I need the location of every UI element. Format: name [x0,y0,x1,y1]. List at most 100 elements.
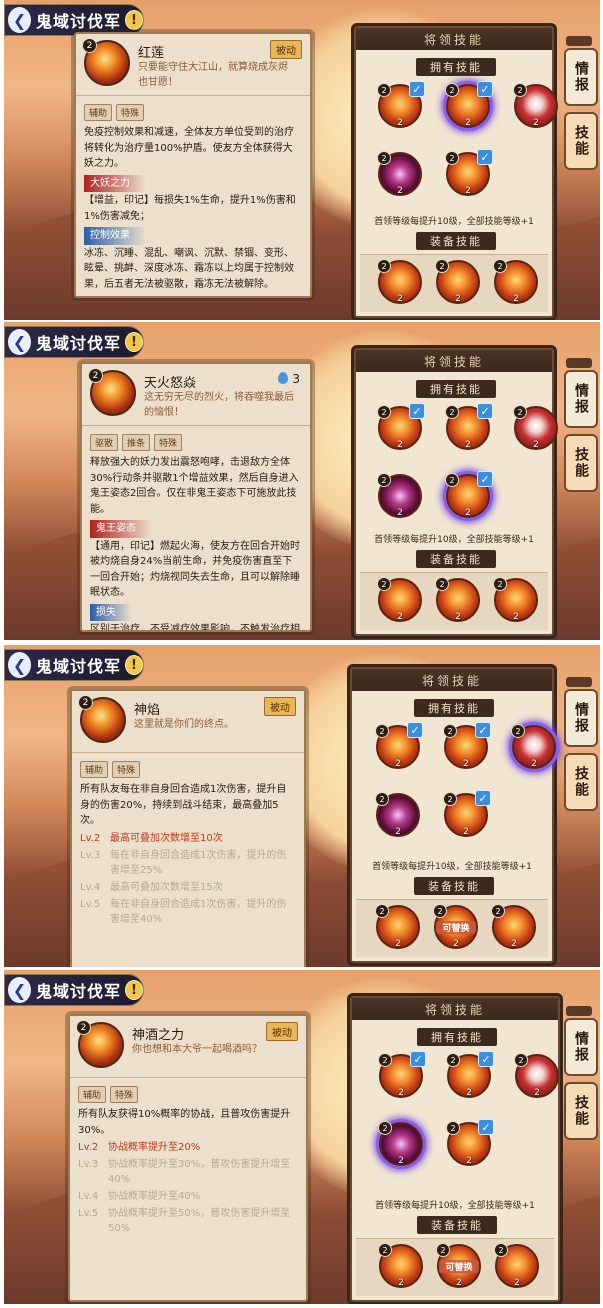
owned-skill-orb[interactable]: 2 2 [375,792,420,837]
skill-header: 2 神酒之力 你也想和本大爷一起喝酒吗？ 被动 [70,1016,306,1078]
back-arrow-icon[interactable]: ❮ [8,329,32,355]
owned-skills-label: 拥有技能 [416,380,496,398]
level-upgrade-text: 协战概率提升至20% [108,1142,201,1153]
alert-icon[interactable]: ! [125,332,143,352]
skill-level-badge: 2 [88,368,103,383]
owned-skill-orb[interactable]: 2 2 ✓ [378,1051,426,1098]
equipped-skill-slot[interactable]: 2 2 可替换 [433,904,478,949]
equipped-check-icon: ✓ [475,790,491,806]
owned-skill-orb[interactable]: 2 2 [513,405,558,450]
level-upgrade-row: Lv.4 协战概率提升至40% [78,1189,298,1204]
equipped-check-icon: ✓ [475,722,491,738]
owned-skill-orb[interactable]: 2 2 ✓ [445,81,493,128]
equipped-check-icon: ✓ [478,1119,494,1135]
orb-level-number: 2 [465,508,471,518]
skill-tags: 辅助 特殊 [70,1078,306,1105]
alert-icon[interactable]: ! [125,655,143,675]
keyword-section-label: 控制效果 [84,227,146,245]
level-label: Lv.4 [80,881,101,893]
tab-skills[interactable]: 技能 [564,1082,598,1140]
alert-icon[interactable]: ! [125,980,143,1000]
owned-skill-orb[interactable]: 2 2 ✓ [377,81,425,128]
orb-level-badge: 2 [433,904,447,918]
tab-skills[interactable]: 技能 [564,434,598,492]
orb-level-number: 2 [463,759,469,769]
skill-tag: 推条 [122,434,151,451]
equipped-skill-slot[interactable]: 2 2 可替换 [436,1243,481,1288]
orb-level-number: 2 [513,294,519,304]
tab-info[interactable]: 情报 [564,370,598,428]
alert-icon[interactable]: ! [125,10,143,30]
owned-skill-orb[interactable]: 2 2 [513,83,558,128]
equipped-check-icon: ✓ [477,403,493,419]
passive-badge: 被动 [270,40,302,59]
skill-icon: 2 [82,38,130,86]
owned-skill-orb[interactable]: 2 2 [378,1121,423,1166]
equipped-skill-slot[interactable]: 2 2 [435,577,480,622]
orb-level-badge: 2 [493,259,507,273]
owned-skill-orb[interactable]: 2 2 ✓ [446,1051,494,1098]
page-title: 鬼域讨伐军 [36,982,122,1001]
tab-info[interactable]: 情报 [564,1018,598,1076]
level-bonus-note: 首领等级每提升10级，全部技能等级+1 [372,862,532,872]
equipped-check-icon: ✓ [407,722,423,738]
level-upgrade-text: 协战概率提升至30%，普攻伤害提升增至40% [108,1159,291,1185]
page-title: 鬼域讨伐军 [36,334,122,353]
owned-skill-orb[interactable]: 2 2 ✓ [443,722,491,769]
owned-skill-orb[interactable]: 2 2 ✓ [375,722,423,769]
tab-skills[interactable]: 技能 [564,753,598,811]
skill-tags: 辅助 特殊 [72,753,304,780]
equipped-skill-slot[interactable]: 2 2 [378,1243,423,1288]
orb-level-number: 2 [397,118,403,128]
equipped-skill-slot[interactable]: 2 2 [377,577,422,622]
skill-tag: 特殊 [116,104,145,121]
screen-panel: ❮ 鬼域讨伐军 ! 2 天火怒焱 这无穷无尽的烈火，将吞噬我最后的恼恨！ 3 驱散推… [4,322,600,640]
boss-skills-header: 将领技能 [352,669,552,691]
orb-level-badge: 2 [514,1053,528,1067]
level-upgrade-row: Lv.2 协战概率提升至20% [78,1140,298,1155]
equipped-skill-slot[interactable]: 2 2 [491,904,536,949]
equipped-skill-slot[interactable]: 2 2 [375,904,420,949]
equipped-skill-slot[interactable]: 2 2 [494,1243,539,1288]
owned-skill-orb[interactable]: 2 2 [377,151,422,196]
owned-skill-orb[interactable]: 2 2 ✓ [445,403,493,450]
equipped-skill-slot[interactable]: 2 2 [493,259,538,304]
equipped-skill-slot[interactable]: 2 2 [493,577,538,622]
equipped-skill-slot[interactable]: 2 2 [435,259,480,304]
replaceable-label: 可替换 [439,1260,479,1273]
owned-skill-orb[interactable]: 2 2 ✓ [445,149,493,196]
cost-value: 3 [292,372,300,386]
orb-level-badge: 2 [378,1053,392,1067]
skill-detail-card: 2 神酒之力 你也想和本大爷一起喝酒吗？ 被动 辅助 特殊 所有队友获得10%概率的协… [68,1014,308,1302]
back-arrow-icon[interactable]: ❮ [8,977,32,1003]
owned-skill-orb[interactable]: 2 2 ✓ [443,790,491,837]
skill-level-badge: 2 [76,1020,91,1035]
orb-level-badge: 2 [513,405,527,419]
equipped-skill-slot[interactable]: 2 2 [377,259,422,304]
owned-skill-orb[interactable]: 2 2 ✓ [377,403,425,450]
skill-tag: 辅助 [78,1086,107,1103]
orb-level-number: 2 [534,1088,540,1098]
owned-skill-orb[interactable]: 2 2 ✓ [445,471,493,518]
back-arrow-icon[interactable]: ❮ [8,7,32,33]
owned-skill-orb[interactable]: 2 2 [377,473,422,518]
skill-body: 所有队友每在非自身回合造成1次伤害，提升自身的伤害20%，持续到战斗结束，最高叠… [72,780,304,929]
skill-name: 红莲 [138,46,165,61]
level-upgrade-row: Lv.4 最高可叠加次数增至15次 [80,880,296,895]
owned-skill-orb[interactable]: 2 2 [511,724,556,769]
tab-info[interactable]: 情报 [564,689,598,747]
skill-header: 2 神焰 这里就是你们的终点。 被动 [72,691,304,753]
orb-level-number: 2 [397,508,403,518]
owned-skill-orb[interactable]: 2 2 [514,1053,559,1098]
skill-cost: 3 [278,372,300,386]
equipped-check-icon: ✓ [477,81,493,97]
tab-skills[interactable]: 技能 [564,112,598,170]
skill-effect-text: 释放强大的妖力发出震怒咆哮，击退敌方全体30%行动条并驱散1个增益效果，然后自身… [90,457,299,515]
level-upgrade-row: Lv.2 最高可叠加次数增至10次 [80,831,296,846]
tab-info[interactable]: 情报 [564,48,598,106]
orb-level-number: 2 [456,1278,462,1288]
skill-body: 释放强大的妖力发出震怒咆哮，击退敌方全体30%行动条并驱散1个增益效果，然后自身… [82,453,310,630]
owned-skill-orb[interactable]: 2 2 ✓ [446,1119,494,1166]
back-arrow-icon[interactable]: ❮ [8,652,32,678]
level-upgrade-text: 协战概率提升至40% [108,1191,201,1202]
